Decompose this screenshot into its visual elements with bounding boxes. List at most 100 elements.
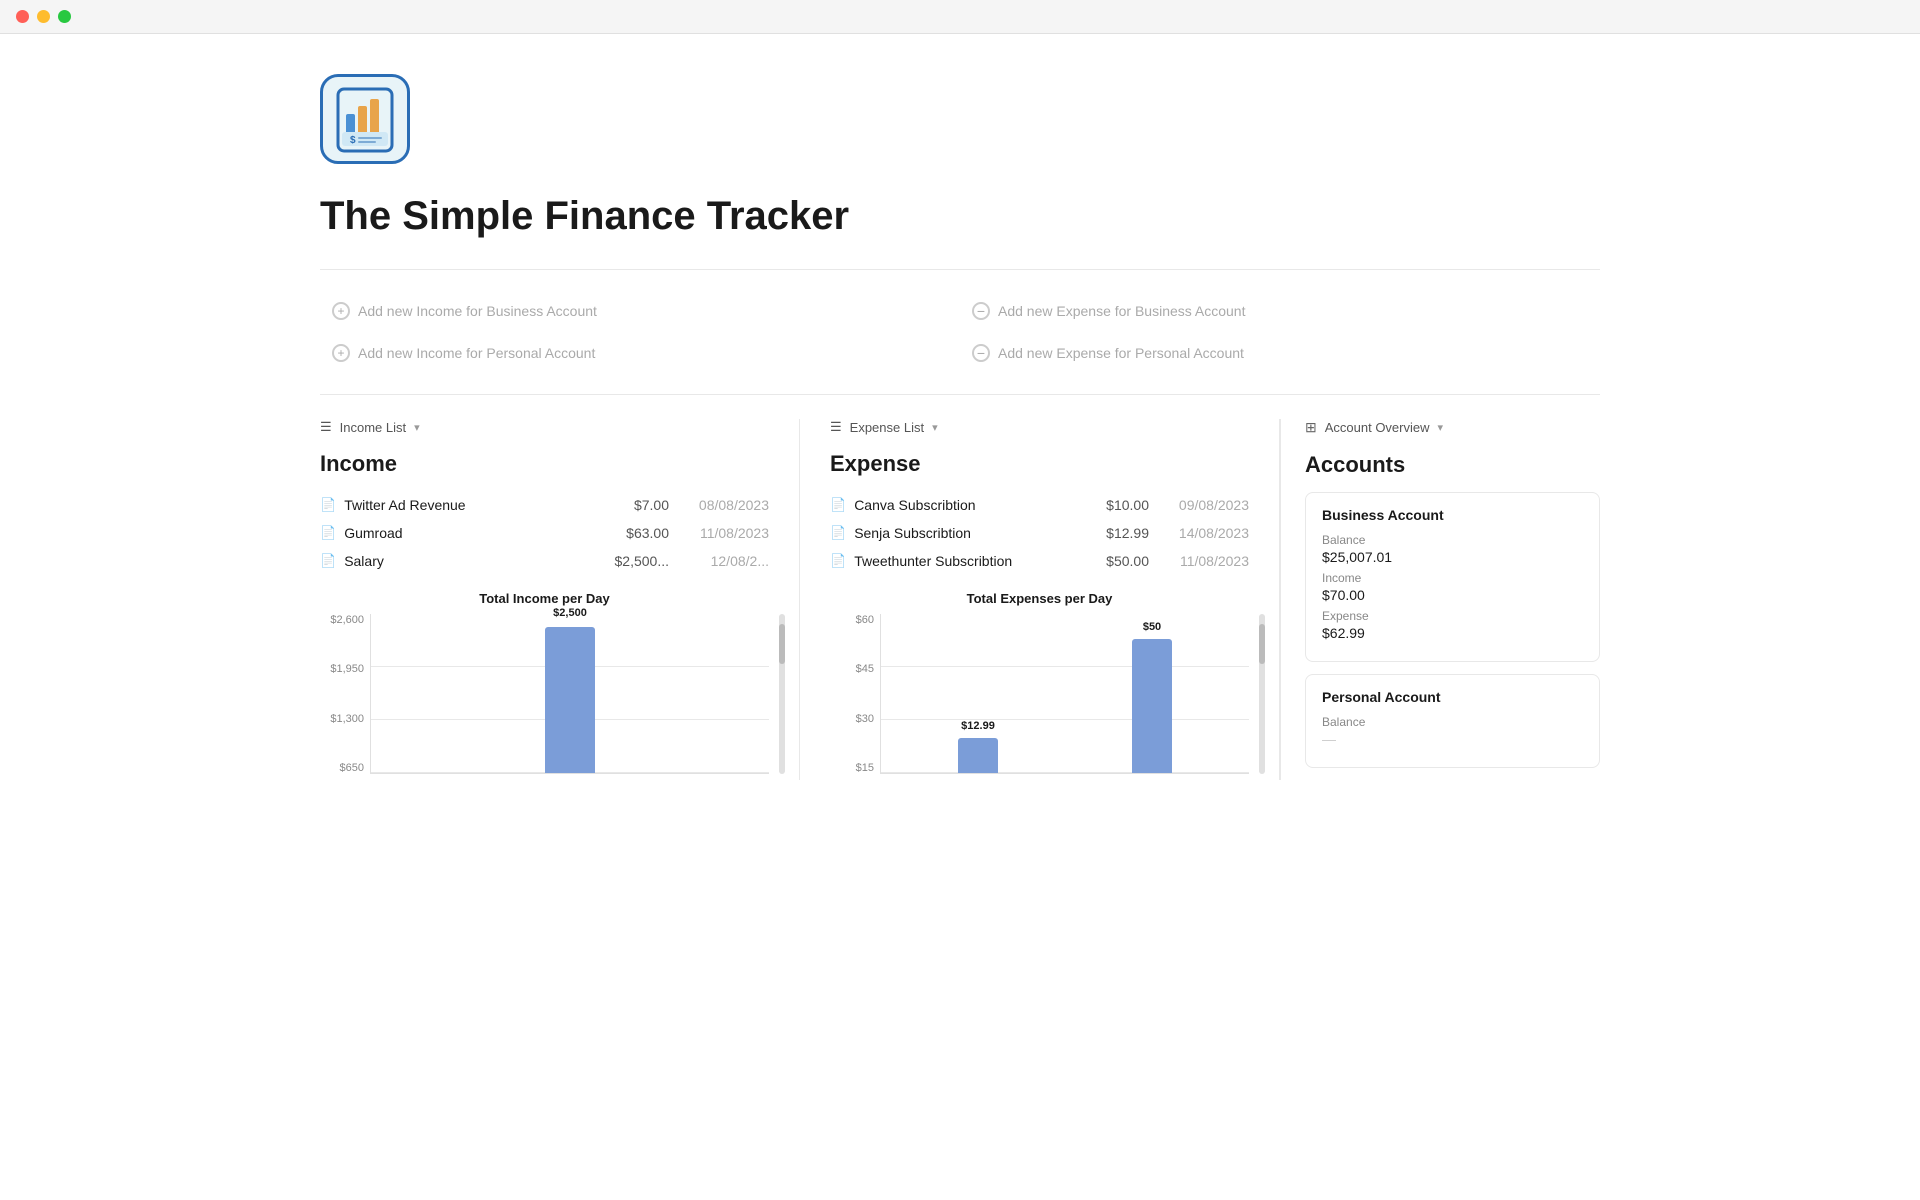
personal-account-name: Personal Account <box>1322 689 1583 705</box>
minus-icon: − <box>972 302 990 320</box>
income-chart-bars: $2,500 <box>370 614 769 774</box>
close-button[interactable] <box>16 10 29 23</box>
expense-bar-1: $12.99 <box>958 738 998 773</box>
income-list-label: Income List <box>340 420 406 435</box>
income-item-amount-0: $7.00 <box>599 497 669 513</box>
expense-bar-2: $50 <box>1132 639 1172 773</box>
add-income-personal-label: Add new Income for Personal Account <box>358 345 595 361</box>
divider-top <box>320 269 1600 270</box>
personal-balance-field: Balance — <box>1322 715 1583 747</box>
expense-label: Expense <box>1322 609 1583 623</box>
business-expense-field: Expense $62.99 <box>1322 609 1583 641</box>
add-expense-personal-label: Add new Expense for Personal Account <box>998 345 1244 361</box>
expense-column: ☰ Expense List ▾ Expense 📄 Canva Subscri… <box>800 419 1280 780</box>
doc-icon: 📄 <box>320 497 336 513</box>
list-item: 📄 Salary $2,500... 12/08/2... <box>320 547 769 575</box>
income-chart-title: Total Income per Day <box>320 591 769 606</box>
expense-chart: Total Expenses per Day $60 $45 $30 $15 $… <box>830 591 1249 774</box>
actions-row: + Add new Income for Business Account + … <box>320 294 1600 370</box>
expense-item-name-2: Tweethunter Subscribtion <box>854 553 1071 569</box>
scrollbar[interactable] <box>779 614 785 774</box>
y-label: $650 <box>320 762 364 774</box>
bar-value-label: $12.99 <box>961 720 995 732</box>
minus-icon-2: − <box>972 344 990 362</box>
expense-item-name-1: Senja Subscribtion <box>854 525 1071 541</box>
expense-list-header[interactable]: ☰ Expense List ▾ <box>830 419 1249 435</box>
doc-icon: 📄 <box>320 525 336 541</box>
list-icon: ☰ <box>320 419 332 435</box>
business-income-field: Income $70.00 <box>1322 571 1583 603</box>
chevron-down-icon: ▾ <box>414 421 420 434</box>
scrollbar-thumb-2 <box>1259 624 1265 664</box>
scrollbar-thumb <box>779 624 785 664</box>
income-chart: Total Income per Day $2,600 $1,950 $1,30… <box>320 591 769 774</box>
add-expense-personal-button[interactable]: − Add new Expense for Personal Account <box>960 336 1256 370</box>
y-label: $2,600 <box>320 614 364 626</box>
income-value: $70.00 <box>1322 587 1583 603</box>
expense-item-name-0: Canva Subscribtion <box>854 497 1071 513</box>
main-page: $ The Simple Finance Tracker + Add new I… <box>260 34 1660 840</box>
window-chrome <box>0 0 1920 34</box>
expense-item-amount-1: $12.99 <box>1079 525 1149 541</box>
app-logo: $ <box>320 74 410 164</box>
expense-item-amount-0: $10.00 <box>1079 497 1149 513</box>
expense-chart-title: Total Expenses per Day <box>830 591 1249 606</box>
scrollbar-2[interactable] <box>1259 614 1265 774</box>
business-balance-field: Balance $25,007.01 <box>1322 533 1583 565</box>
y-label: $1,950 <box>320 663 364 675</box>
account-overview-header[interactable]: ⊞ Account Overview ▾ <box>1305 419 1600 436</box>
income-list: 📄 Twitter Ad Revenue $7.00 08/08/2023 📄 … <box>320 491 769 575</box>
add-expense-business-label: Add new Expense for Business Account <box>998 303 1245 319</box>
business-account-card: Business Account Balance $25,007.01 Inco… <box>1305 492 1600 662</box>
income-label: Income <box>1322 571 1583 585</box>
add-income-personal-button[interactable]: + Add new Income for Personal Account <box>320 336 607 370</box>
expense-title: Expense <box>830 451 1249 477</box>
main-content: ☰ Income List ▾ Income 📄 Twitter Ad Reve… <box>320 419 1600 780</box>
list-item: 📄 Tweethunter Subscribtion $50.00 11/08/… <box>830 547 1249 575</box>
account-column: ⊞ Account Overview ▾ Accounts Business A… <box>1280 419 1600 780</box>
doc-icon: 📄 <box>830 497 846 513</box>
income-item-amount-1: $63.00 <box>599 525 669 541</box>
plus-icon-2: + <box>332 344 350 362</box>
expense-item-date-0: 09/08/2023 <box>1169 497 1249 513</box>
expense-item-date-2: 11/08/2023 <box>1169 553 1249 569</box>
list-icon-2: ☰ <box>830 419 842 435</box>
expense-actions: − Add new Expense for Business Account −… <box>960 294 1600 370</box>
chevron-down-icon-2: ▾ <box>932 421 938 434</box>
list-item: 📄 Senja Subscribtion $12.99 14/08/2023 <box>830 519 1249 547</box>
personal-balance-value: — <box>1322 731 1583 747</box>
expense-item-date-1: 14/08/2023 <box>1169 525 1249 541</box>
expense-list: 📄 Canva Subscribtion $10.00 09/08/2023 📄… <box>830 491 1249 575</box>
list-item: 📄 Canva Subscribtion $10.00 09/08/2023 <box>830 491 1249 519</box>
list-item: 📄 Twitter Ad Revenue $7.00 08/08/2023 <box>320 491 769 519</box>
doc-icon: 📄 <box>320 553 336 569</box>
y-label: $30 <box>830 713 874 725</box>
bar-value-label: $50 <box>1143 621 1161 633</box>
expense-list-label: Expense List <box>850 420 924 435</box>
accounts-title: Accounts <box>1305 452 1600 478</box>
balance-label: Balance <box>1322 533 1583 547</box>
income-list-header[interactable]: ☰ Income List ▾ <box>320 419 769 435</box>
income-bar: $2,500 <box>545 627 595 773</box>
expense-item-amount-2: $50.00 <box>1079 553 1149 569</box>
add-income-business-label: Add new Income for Business Account <box>358 303 597 319</box>
chevron-down-icon-3: ▾ <box>1438 421 1444 434</box>
plus-icon: + <box>332 302 350 320</box>
income-actions: + Add new Income for Business Account + … <box>320 294 960 370</box>
logo-area: $ <box>320 74 1600 164</box>
page-title: The Simple Finance Tracker <box>320 194 1600 239</box>
income-item-name-1: Gumroad <box>344 525 591 541</box>
expense-chart-bars: $12.99 $50 <box>880 614 1249 774</box>
svg-text:$: $ <box>350 135 356 146</box>
maximize-button[interactable] <box>58 10 71 23</box>
personal-balance-label: Balance <box>1322 715 1583 729</box>
y-label: $60 <box>830 614 874 626</box>
income-title: Income <box>320 451 769 477</box>
add-income-business-button[interactable]: + Add new Income for Business Account <box>320 294 609 328</box>
doc-icon: 📄 <box>830 553 846 569</box>
add-expense-business-button[interactable]: − Add new Expense for Business Account <box>960 294 1257 328</box>
income-item-date-2: 12/08/2... <box>689 553 769 569</box>
minimize-button[interactable] <box>37 10 50 23</box>
logo-svg: $ <box>330 84 400 154</box>
expense-value: $62.99 <box>1322 625 1583 641</box>
